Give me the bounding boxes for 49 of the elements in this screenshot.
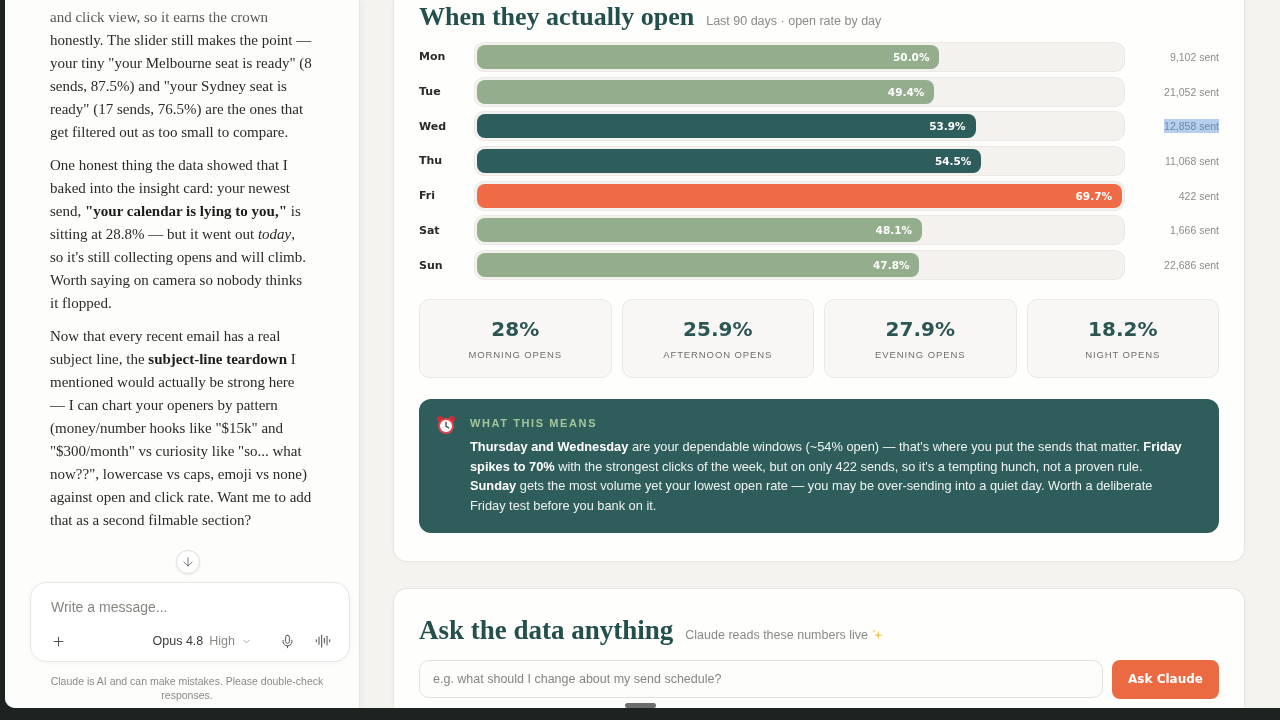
question-input[interactable]: e.g. what should I change about my send schedule? bbox=[419, 660, 1103, 699]
stat-label: NIGHT OPENS bbox=[1085, 349, 1161, 360]
arrow-down-icon bbox=[181, 555, 195, 569]
bar-value: 50.0% bbox=[893, 50, 930, 63]
sent-count: 1,666 sent bbox=[1169, 223, 1219, 238]
sent-count: 22,686 sent bbox=[1164, 258, 1219, 272]
stat-label: EVENING OPENS bbox=[875, 349, 966, 360]
model-selector[interactable]: Opus 4.8 High bbox=[152, 634, 252, 648]
message-paragraph: One honest thing the data showed that I baked into the insight card: your newest send, "your calendar is lying to you," is sitting at 28.8% — but it went out today, so it's still collecting opens and will climb. Worth saying on camera so nobody thinks it flopped. bbox=[50, 156, 307, 313]
stat-value: 25.9% bbox=[683, 317, 753, 341]
sent-count: 11,068 sent bbox=[1164, 153, 1219, 168]
sent-count: 12,858 sent bbox=[1164, 119, 1219, 134]
disclaimer-text: Claude is AI and can make mistakes. Please double-check responses. bbox=[49, 674, 325, 703]
day-label: Wed bbox=[419, 119, 448, 133]
section-subtitle: Last 90 days · open rate by day bbox=[706, 14, 882, 28]
bar-value: 69.7% bbox=[1075, 189, 1112, 202]
stat-value: 27.9% bbox=[885, 317, 955, 341]
day-label: Mon bbox=[419, 50, 447, 64]
sent-count: 9,102 sent bbox=[1169, 49, 1219, 64]
day-label: Sat bbox=[419, 223, 441, 237]
bar-value: 48.1% bbox=[875, 224, 913, 237]
insight-text: Thursday and Wednesday are your dependable windows (~54% open) — that's where you put the sends that matter. Friday spikes to 70% with the strongest clicks of the week, but on only 422 sends, so it's a tempting hunch, not a proven rule. Sunday gets the most volume yet your lowest open rate — you may be over-sending into a quiet day. Worth a deliberate Friday test before you bank on it. bbox=[470, 438, 1183, 516]
plus-icon[interactable] bbox=[51, 633, 66, 649]
stat-value: 18.2% bbox=[1088, 317, 1158, 341]
sent-count: 422 sent bbox=[1178, 188, 1219, 203]
waveform-icon[interactable] bbox=[315, 633, 331, 649]
message-input[interactable]: Write a message... bbox=[51, 597, 331, 617]
day-label: Sun bbox=[419, 258, 444, 272]
microphone-icon[interactable] bbox=[280, 633, 295, 649]
message-paragraph: Now that every recent email has a real subject line, the subject-line teardown I mentioned would actually be strong here — I can chart your openers by pattern (money/number hooks like "$15k" and "$300/month" vs curiosity like "so... what now??", lowercase vs caps, emoji vs none) against open and click rate. Want me to add that as a second filmable section? bbox=[50, 327, 312, 530]
sparkle-icon bbox=[872, 629, 884, 641]
sent-count: 21,052 sent bbox=[1164, 84, 1219, 99]
insight-heading: WHAT THIS MEANS bbox=[470, 416, 599, 431]
scroll-handle[interactable] bbox=[625, 703, 656, 708]
stat-value: 28% bbox=[491, 317, 540, 341]
day-label: Tue bbox=[419, 85, 442, 99]
message-paragraph: and click view, so it earns the crown honestly. The slider still makes the point — your tiny "your Melbourne seat is ready" (8 sends, 87.5%) and "your Sydney seat is ready" (17 sends, 76.5%) are the ones that get filtered out as too small to compare. bbox=[50, 8, 312, 142]
alarm-clock-icon bbox=[436, 415, 456, 435]
bar-value: 49.4% bbox=[887, 85, 925, 98]
bar-value: 53.9% bbox=[929, 120, 966, 133]
section-subtitle: Claude reads these numbers live bbox=[685, 627, 869, 642]
bar-value: 47.8% bbox=[873, 259, 910, 271]
day-label: Thu bbox=[419, 154, 444, 168]
section-title: Ask the data anything bbox=[419, 614, 674, 646]
stat-label: AFTERNOON OPENS bbox=[663, 349, 773, 360]
section-title: When they actually open bbox=[419, 2, 695, 32]
day-label: Fri bbox=[419, 189, 436, 203]
stat-label: MORNING OPENS bbox=[468, 349, 562, 360]
bar-value: 54.5% bbox=[934, 154, 972, 167]
